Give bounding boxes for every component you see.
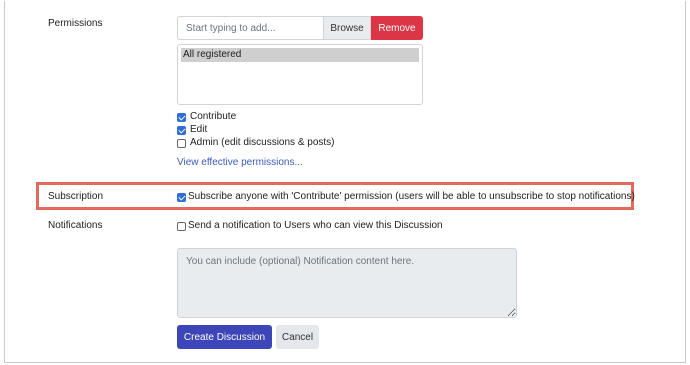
contribute-checkbox[interactable] xyxy=(177,113,186,122)
permissions-search-input[interactable] xyxy=(177,16,324,40)
send-notification-checkbox[interactable] xyxy=(177,222,186,231)
edit-label: Edit xyxy=(190,124,208,135)
admin-label: Admin (edit discussions & posts) xyxy=(190,137,335,148)
admin-checkbox[interactable] xyxy=(177,139,186,148)
list-item[interactable]: All registered xyxy=(181,48,419,62)
notifications-label: Notifications xyxy=(48,220,103,231)
permissions-list[interactable]: All registered xyxy=(177,44,423,105)
permissions-label: Permissions xyxy=(48,18,103,29)
subscribe-checkbox-label: Subscribe anyone with 'Contribute' permi… xyxy=(188,191,635,202)
remove-button[interactable]: Remove xyxy=(371,16,423,40)
contribute-label: Contribute xyxy=(190,111,237,122)
subscribe-checkbox[interactable] xyxy=(177,193,186,202)
subscription-label: Subscription xyxy=(48,191,104,202)
send-notification-label: Send a notification to Users who can vie… xyxy=(188,220,443,231)
edit-checkbox[interactable] xyxy=(177,126,186,135)
notification-content-textarea[interactable] xyxy=(177,248,517,318)
browse-button[interactable]: Browse xyxy=(323,16,371,40)
create-discussion-button[interactable]: Create Discussion xyxy=(177,325,272,349)
view-effective-permissions-link[interactable]: View effective permissions... xyxy=(177,157,303,168)
cancel-button[interactable]: Cancel xyxy=(276,325,319,349)
